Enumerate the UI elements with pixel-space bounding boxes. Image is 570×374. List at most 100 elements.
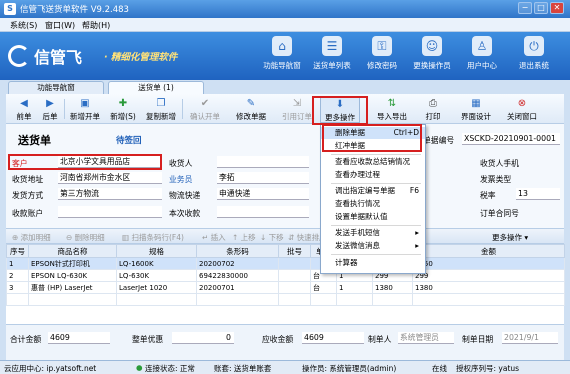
- cell-name[interactable]: EPSON针式打印机: [28, 257, 117, 270]
- edit-doc-button[interactable]: ✎ 修改单据: [232, 97, 270, 123]
- cell-spec[interactable]: LaserJet 1020: [116, 281, 197, 294]
- rate-field[interactable]: 13: [516, 188, 560, 200]
- menu-item-default-values[interactable]: 设置单据默认值: [321, 211, 425, 223]
- table-row[interactable]: 2 EPSON LQ-630K LQ-630K 69422830000 台 1 …: [6, 269, 565, 282]
- account-field[interactable]: [58, 206, 162, 218]
- table-row[interactable]: [6, 293, 565, 306]
- maximize-button[interactable]: □: [534, 2, 548, 14]
- menu-item-process[interactable]: 查看办理过程: [321, 169, 425, 181]
- logistics-label: 物流快递: [169, 191, 201, 200]
- customer-highlight: [8, 154, 162, 170]
- col-amount[interactable]: 金额: [412, 244, 565, 258]
- cell-batch[interactable]: [278, 257, 311, 270]
- menu-help[interactable]: 帮助(H): [82, 20, 110, 31]
- menu-system[interactable]: 系统(S): [10, 20, 37, 31]
- switch-operator-button[interactable]: ☺ 更换操作员: [406, 36, 458, 78]
- cell-amount[interactable]: 2750: [412, 257, 565, 270]
- menu-item-open-by-number[interactable]: 调出指定编号单据 F6: [321, 185, 425, 197]
- cell-barcode[interactable]: 20200702: [196, 257, 279, 270]
- nav-window-button[interactable]: ⌂ 功能导航窗: [256, 36, 308, 78]
- cell-qty[interactable]: 1: [336, 281, 373, 294]
- cloud-status: 云应用中心: ip.yatsoft.net: [4, 364, 97, 373]
- menu-item-calculator[interactable]: 计算器: [321, 257, 425, 269]
- new-doc-button[interactable]: ▣ 新增开单: [68, 97, 102, 123]
- delete-detail-button[interactable]: ⊖ 删除明细: [66, 232, 105, 243]
- menu-window[interactable]: 窗口(W): [45, 20, 75, 31]
- cite-icon: ⇲: [292, 98, 302, 109]
- confirm-doc-button[interactable]: ✔ 确认开单: [186, 97, 224, 123]
- ui-design-button[interactable]: ▦ 界面设计: [456, 97, 496, 123]
- exit-system-button[interactable]: ⏻ 退出系统: [508, 36, 560, 78]
- menu-item-send-sms[interactable]: 发送手机短信 ▸: [321, 227, 425, 239]
- close-circle-icon: ⊗: [517, 98, 527, 109]
- receiver-field[interactable]: [217, 156, 309, 168]
- address-field[interactable]: 河南省郑州市金水区: [58, 172, 162, 184]
- table-row[interactable]: 1 EPSON针式打印机 LQ-1600K 20200702 2750: [6, 257, 565, 270]
- grid-header-row: 序号 商品名称 规格 条形码 批号 单位 数量 单价 金额: [6, 244, 565, 258]
- menu-item-execution[interactable]: 查看执行情况: [321, 198, 425, 210]
- cell-amount[interactable]: 1380: [412, 281, 565, 294]
- col-name[interactable]: 商品名称: [28, 244, 117, 258]
- cell-name[interactable]: 惠普 (HP) LaserJet: [28, 281, 117, 294]
- tab-nav-window[interactable]: 功能导航窗: [8, 81, 104, 94]
- cell-batch[interactable]: [278, 269, 311, 282]
- logo-icon: [8, 45, 30, 67]
- col-spec[interactable]: 规格: [116, 244, 197, 258]
- col-no[interactable]: 序号: [6, 244, 29, 258]
- salesman-label: 业务员: [169, 175, 193, 184]
- address-label: 收货地址: [12, 175, 44, 184]
- cell-barcode[interactable]: 20200701: [196, 281, 279, 294]
- grid-more-button[interactable]: 更多操作 ▾: [492, 232, 528, 243]
- cell-spec[interactable]: LQ-1600K: [116, 257, 197, 270]
- cell-amount[interactable]: 299: [412, 269, 565, 282]
- table-row[interactable]: 3 惠普 (HP) LaserJet LaserJet 1020 2020070…: [6, 281, 565, 294]
- prev-doc-button[interactable]: ◀ 前单: [12, 97, 36, 123]
- move-up-button[interactable]: ↑ 上移: [232, 232, 256, 243]
- tab-delivery-note[interactable]: 送货单 (1): [108, 81, 204, 94]
- discount-field[interactable]: 0: [172, 332, 234, 344]
- menu-highlight: [322, 124, 422, 152]
- user-icon: ♙: [472, 36, 492, 56]
- detail-grid: 序号 商品名称 规格 条形码 批号 单位 数量 单价 金额 1 EPSON针式打…: [6, 244, 565, 324]
- change-password-button[interactable]: ⚿ 修改密码: [356, 36, 408, 78]
- move-down-button[interactable]: ↓ 下移: [260, 232, 284, 243]
- receive-field[interactable]: [217, 206, 309, 218]
- import-export-button[interactable]: ⇅ 导入导出: [372, 97, 412, 123]
- delivery-list-button[interactable]: ☰ 送货单列表: [306, 36, 358, 78]
- cite-order-button[interactable]: ⇲ 引用订单: [278, 97, 316, 123]
- add-detail-button[interactable]: ⊕ 添加明细: [12, 232, 51, 243]
- close-button[interactable]: ✕: [550, 2, 564, 14]
- window-title: 信管飞送货单软件 V9.2.483: [20, 5, 129, 15]
- import-export-icon: ⇅: [387, 98, 397, 109]
- print-button[interactable]: ⎙ 打印: [420, 97, 446, 123]
- receiver-label: 收货人: [169, 159, 193, 168]
- cell-spec[interactable]: LQ-630K: [116, 269, 197, 282]
- close-window-button[interactable]: ⊗ 关闭窗口: [502, 97, 542, 123]
- cell-barcode[interactable]: 69422830000: [196, 269, 279, 282]
- account-label: 收款账户: [12, 209, 44, 218]
- insert-button[interactable]: ↵ 插入: [202, 232, 226, 243]
- banner: 信管飞 · 精细化管理软件 ⌂ 功能导航窗 ☰ 送货单列表 ⚿ 修改密码 ☺ 更换操作员…: [0, 32, 570, 80]
- cell-batch[interactable]: [278, 281, 311, 294]
- cell-price[interactable]: 1380: [372, 281, 413, 294]
- ship-method-field[interactable]: 第三方物流: [58, 188, 162, 200]
- copy-new-button[interactable]: ❐ 复制新增: [144, 97, 178, 123]
- operator-status: 操作员: 系统管理员(admin): [302, 364, 397, 373]
- col-barcode[interactable]: 条形码: [196, 244, 279, 258]
- logistics-field[interactable]: 申通快递: [217, 188, 309, 200]
- col-batch[interactable]: 批号: [278, 244, 311, 258]
- cell-unit[interactable]: 台: [310, 281, 337, 294]
- scan-barcode-button[interactable]: ▥ 扫描条码行(F4): [122, 232, 184, 243]
- minimize-button[interactable]: −: [518, 2, 532, 14]
- docno-field[interactable]: XSCKD-20210901-0001: [462, 133, 560, 145]
- menu-item-send-wechat[interactable]: 发送微信消息 ▸: [321, 240, 425, 252]
- next-doc-button[interactable]: ▶ 后单: [38, 97, 62, 123]
- rate-label: 税率: [480, 191, 496, 200]
- salesman-field[interactable]: 李拓: [217, 172, 309, 184]
- user-center-button[interactable]: ♙ 用户中心: [456, 36, 508, 78]
- add-new-button[interactable]: ✚ 新增(S): [106, 97, 140, 123]
- power-icon: ⏻: [524, 36, 544, 56]
- cell-name[interactable]: EPSON LQ-630K: [28, 269, 117, 282]
- order-label: 订单合同号: [480, 209, 519, 218]
- menu-item-receivable-status[interactable]: 查看应收款总结销情况: [321, 156, 425, 168]
